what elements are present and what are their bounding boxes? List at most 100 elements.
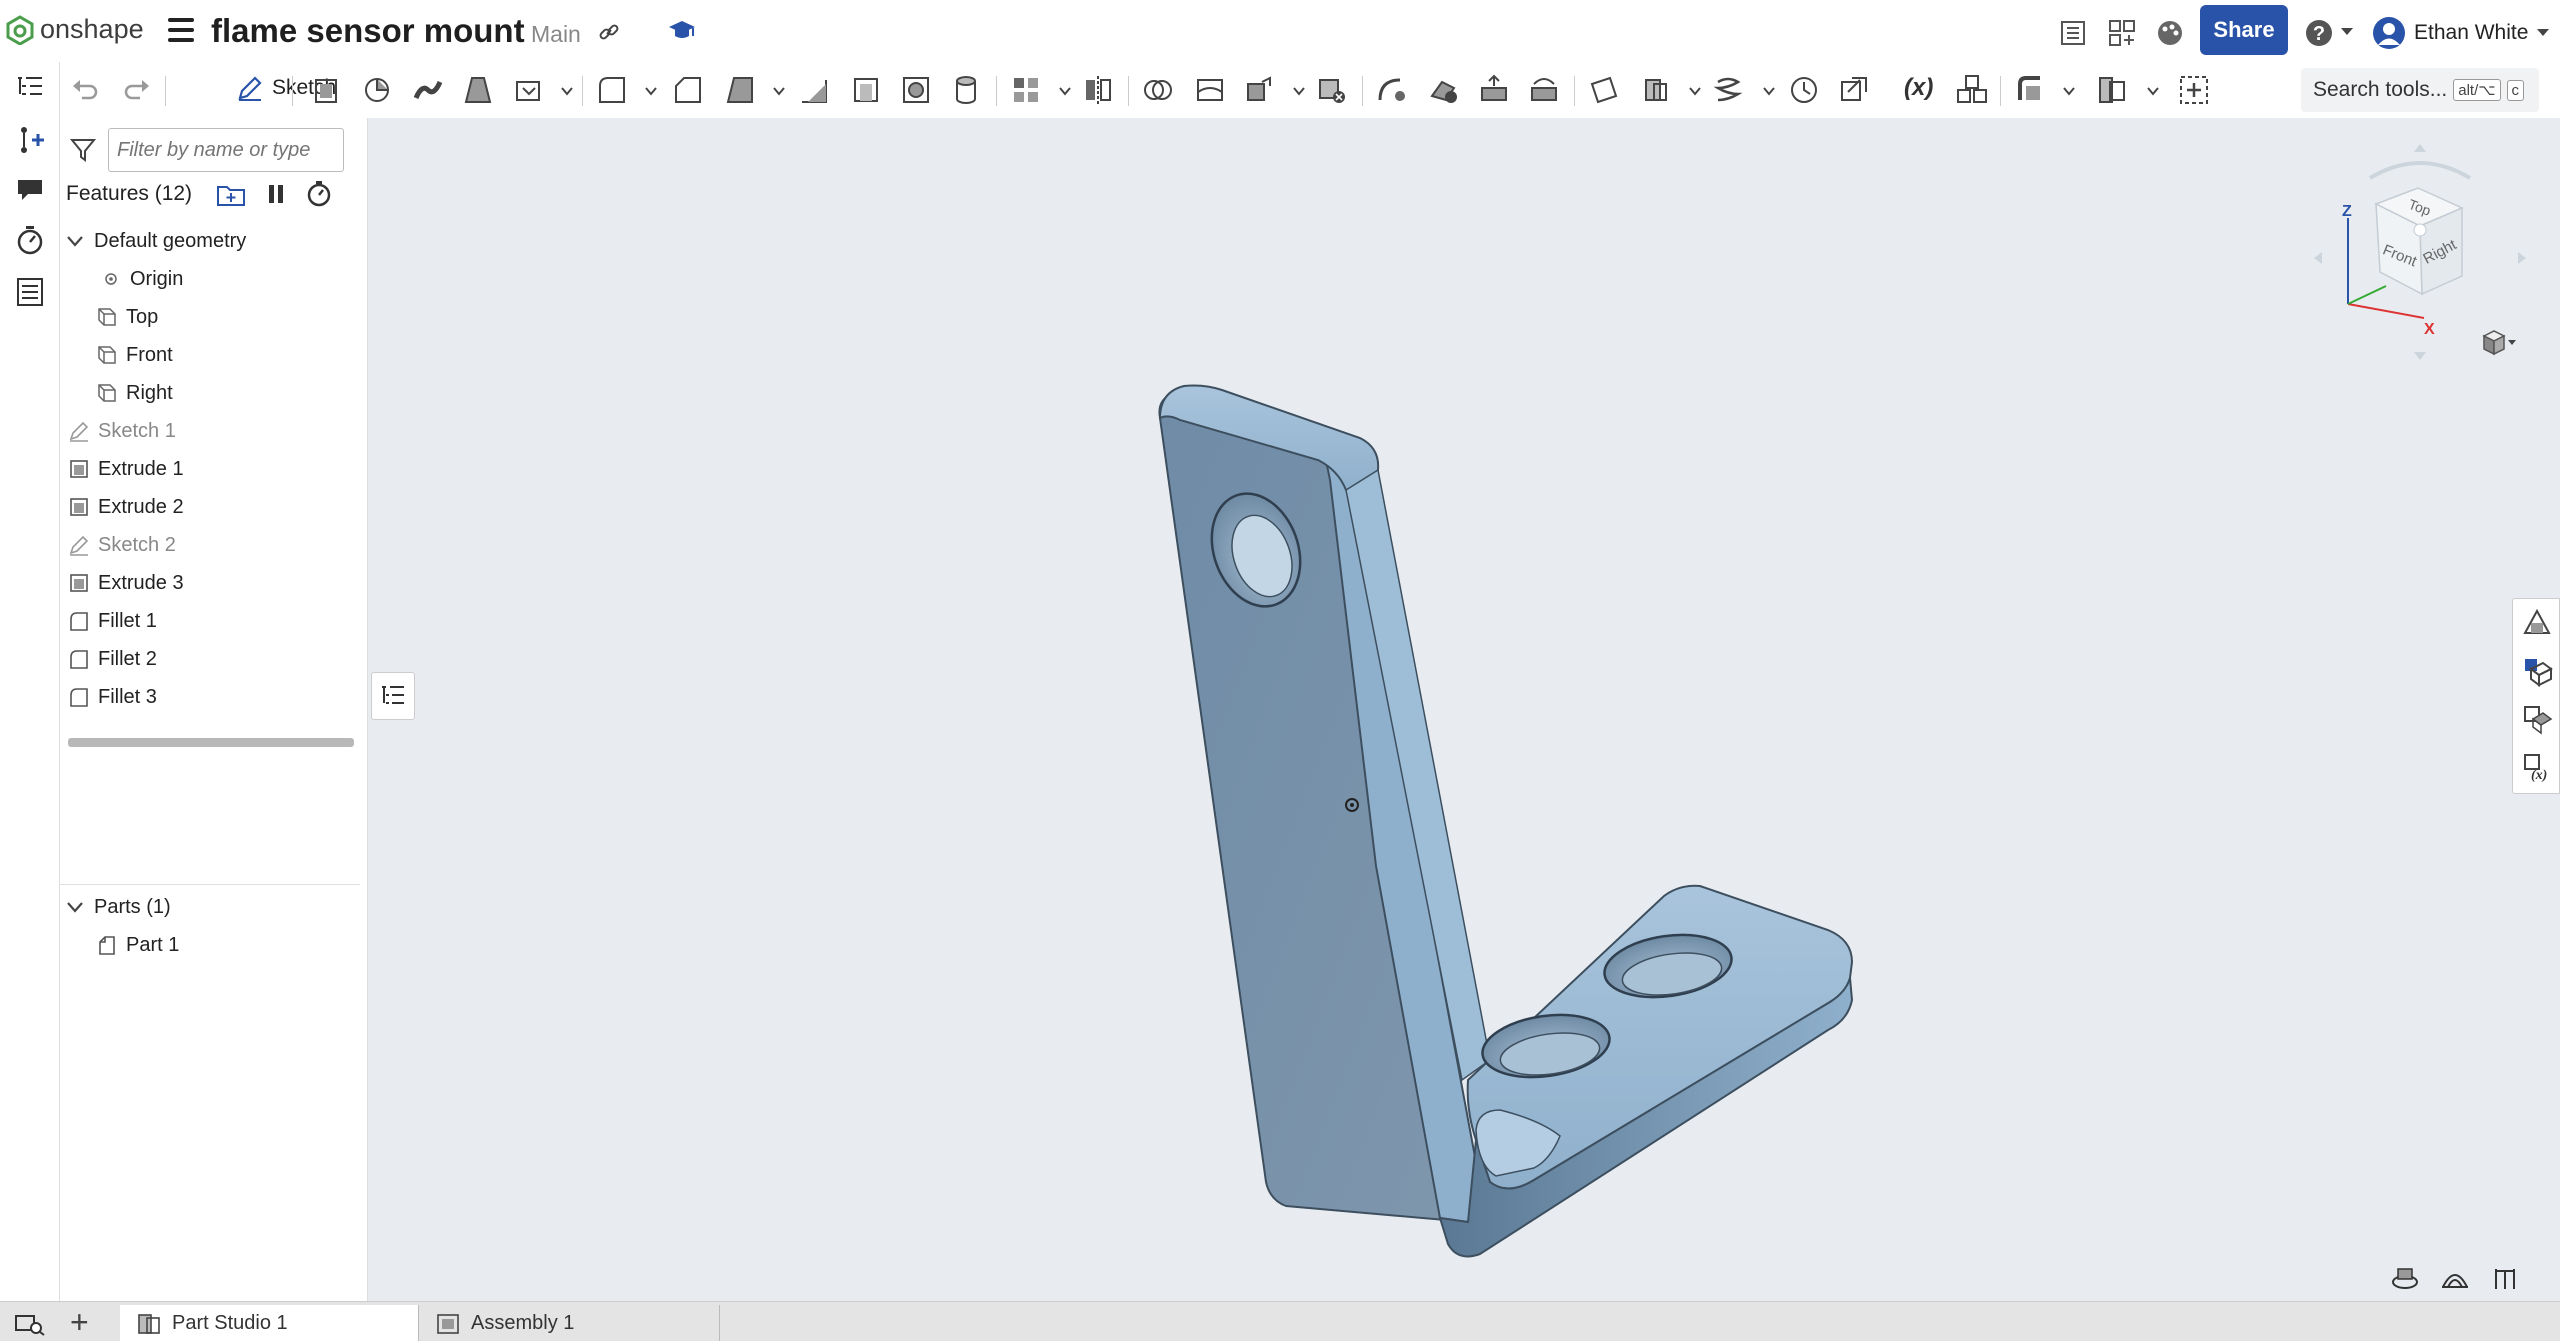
tree-item-front-plane[interactable]: Front [60,336,360,374]
user-menu[interactable]: Ethan White [2372,16,2550,50]
tree-item-top-plane[interactable]: Top [60,298,360,336]
rib-icon[interactable] [798,74,830,106]
replace-face-icon[interactable] [1528,74,1560,106]
tree-item-extrude-2[interactable]: Extrude 2 [60,488,360,526]
onshape-logo[interactable]: onshape [6,14,144,45]
app-store-icon[interactable] [2108,19,2136,47]
tab-manager-icon[interactable] [14,1312,48,1336]
link-icon[interactable] [597,20,621,44]
draft-icon[interactable] [724,74,756,106]
measure-icon[interactable] [1788,74,1820,106]
chevron-down-icon[interactable] [64,896,86,918]
sheet-metal-icon[interactable] [2014,74,2046,106]
undo-icon[interactable] [70,74,100,104]
extrude-icon[interactable] [310,74,342,106]
plane-chevron-down-icon[interactable] [1688,84,1702,98]
add-custom-feature-icon[interactable] [2178,74,2210,106]
draft-chevron-down-icon[interactable] [772,84,786,98]
add-folder-icon[interactable] [216,181,246,207]
pause-icon[interactable] [266,183,286,205]
linear-pattern-icon[interactable] [1010,74,1042,106]
comments-icon[interactable] [14,174,46,206]
tree-item-origin[interactable]: Origin [60,260,360,298]
boolean-icon[interactable] [1142,74,1174,106]
chamfer-icon[interactable] [672,74,704,106]
tree-item-fillet-2[interactable]: Fillet 2 [60,640,360,678]
transform-chevron-down-icon[interactable] [1292,84,1306,98]
view-options-icon[interactable] [2478,328,2518,358]
configurations-icon[interactable] [1956,74,1988,106]
pattern-chevron-down-icon[interactable] [1058,84,1072,98]
bom-icon[interactable] [14,276,46,308]
variables-panel-icon[interactable]: (x) [2521,751,2553,783]
configuration-panel-icon[interactable] [2521,703,2553,735]
delete-face-icon[interactable] [1428,74,1460,106]
branch-name[interactable]: Main [531,21,581,48]
thicken-icon[interactable] [513,74,545,106]
tree-item-fillet-1[interactable]: Fillet 1 [60,602,360,640]
chevron-down-icon[interactable] [64,230,86,252]
graphics-viewport[interactable]: Top Front Right Z X [368,118,2560,1301]
appearance-panel-icon[interactable] [2521,607,2553,639]
measure-tool-icon[interactable] [2490,1265,2520,1291]
share-button[interactable]: Share [2200,5,2288,55]
move-face-icon[interactable] [1478,74,1510,106]
modify-fillet-icon[interactable] [1376,74,1408,106]
tree-item-extrude-1[interactable]: Extrude 1 [60,450,360,488]
sheet-metal-chevron-down-icon[interactable] [2062,84,2076,98]
helix-icon[interactable] [1712,74,1744,106]
redo-icon[interactable] [122,74,152,104]
graduation-cap-icon[interactable] [668,18,696,44]
tab-assembly-1[interactable]: Assembly 1 [418,1305,720,1341]
tree-item-fillet-3[interactable]: Fillet 3 [60,678,360,716]
hole-icon[interactable] [900,74,932,106]
mirror-icon[interactable] [1082,74,1114,106]
parts-group[interactable]: Parts (1) [60,888,360,926]
tree-item-sketch-1[interactable]: Sketch 1 [60,412,360,450]
named-views-icon[interactable] [2440,1265,2470,1291]
shell-icon[interactable] [850,74,882,106]
mate-connector-icon[interactable] [1640,74,1672,106]
revolve-icon[interactable] [361,74,393,106]
document-title[interactable]: flame sensor mount [211,12,525,50]
tab-part-studio-1[interactable]: Part Studio 1 [120,1305,418,1341]
add-tab-button[interactable]: + [70,1306,89,1338]
frame-chevron-down-icon[interactable] [2146,84,2160,98]
thicken-chevron-down-icon[interactable] [560,84,574,98]
filter-input[interactable] [108,128,344,172]
sweep-icon[interactable] [412,74,444,106]
tree-item-extrude-3[interactable]: Extrude 3 [60,564,360,602]
cylinder-icon[interactable] [950,74,982,106]
help-chevron-down-icon[interactable] [2340,27,2354,37]
release-list-icon[interactable] [2060,20,2086,46]
tree-item-sketch-2[interactable]: Sketch 2 [60,526,360,564]
appearance-palette-icon[interactable] [2156,19,2184,47]
plane-icon[interactable] [1588,74,1620,106]
fillet-icon[interactable] [596,74,628,106]
panel-toggle-button[interactable] [371,672,415,720]
feature-timer-icon[interactable] [14,224,46,256]
feature-list-icon[interactable] [14,72,46,104]
section-view-icon[interactable] [2390,1265,2420,1291]
search-tools-input[interactable]: Search tools... alt/⌥ c [2301,68,2539,112]
helix-chevron-down-icon[interactable] [1762,84,1776,98]
default-geometry-group[interactable]: Default geometry [60,222,360,260]
derived-icon[interactable] [1838,74,1870,106]
rollback-bar[interactable] [68,738,354,747]
rebuild-timer-icon[interactable] [306,181,332,207]
help-icon[interactable]: ? [2304,18,2334,48]
transform-icon[interactable] [1244,74,1276,106]
delete-part-icon[interactable] [1316,74,1348,106]
variable-icon[interactable]: (x) [1904,74,1933,102]
split-icon[interactable] [1194,74,1226,106]
fillet-chevron-down-icon[interactable] [644,84,658,98]
frame-icon[interactable] [2096,74,2128,106]
part-model-render[interactable] [368,118,2560,1301]
mass-properties-icon[interactable] [2521,655,2553,687]
tree-item-right-plane[interactable]: Right [60,374,360,412]
hamburger-menu-icon[interactable] [168,18,194,42]
loft-icon[interactable] [462,74,494,106]
part-item[interactable]: Part 1 [60,926,360,964]
insert-parts-icon[interactable] [14,124,46,156]
filter-icon[interactable] [70,137,96,163]
